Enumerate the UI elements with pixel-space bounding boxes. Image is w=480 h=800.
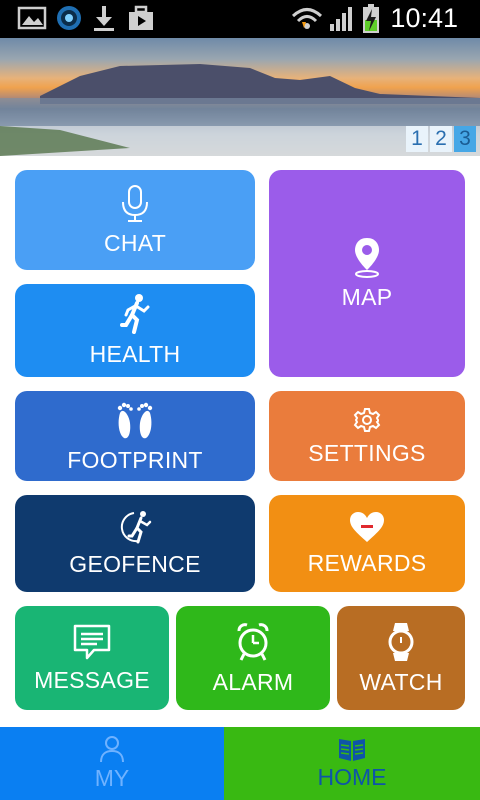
map-tile[interactable]: MAP bbox=[269, 170, 465, 377]
gallery-icon bbox=[17, 6, 47, 30]
book-icon bbox=[339, 739, 365, 761]
runner-icon bbox=[120, 294, 150, 334]
heart-icon bbox=[350, 512, 384, 542]
alarm-label: ALARM bbox=[212, 668, 294, 695]
download-icon bbox=[94, 6, 114, 31]
rewards-tile[interactable]: REWARDS bbox=[269, 495, 465, 592]
map-label: MAP bbox=[341, 284, 393, 310]
banner-page-1[interactable]: 1 bbox=[406, 126, 428, 152]
nav-tab-home[interactable]: HOME bbox=[224, 727, 480, 800]
message-tile[interactable]: MESSAGE bbox=[15, 606, 169, 710]
banner-pager: 1 2 3 bbox=[406, 126, 476, 152]
watch-label: WATCH bbox=[359, 668, 443, 695]
banner-page-2[interactable]: 2 bbox=[430, 126, 452, 152]
battery-charging-icon bbox=[363, 4, 379, 33]
health-tile[interactable]: HEALTH bbox=[15, 284, 255, 377]
alarm-clock-icon bbox=[237, 622, 269, 661]
map-pin-icon bbox=[355, 238, 379, 278]
settings-tile[interactable]: SETTINGS bbox=[269, 391, 465, 481]
geofence-label: GEOFENCE bbox=[69, 551, 201, 577]
bottom-nav: MY HOME bbox=[0, 727, 480, 800]
message-icon bbox=[73, 624, 111, 659]
footprints-icon bbox=[117, 402, 153, 438]
status-bar: 10:41 bbox=[0, 0, 480, 38]
briefcase-icon bbox=[129, 5, 153, 30]
message-label: MESSAGE bbox=[34, 666, 150, 693]
nav-home-label: HOME bbox=[317, 764, 387, 790]
rewards-label: REWARDS bbox=[307, 550, 427, 576]
wifi-icon bbox=[291, 8, 323, 29]
header-banner[interactable]: 1 2 3 bbox=[0, 38, 480, 156]
footprint-label: FOOTPRINT bbox=[67, 446, 203, 473]
health-label: HEALTH bbox=[89, 341, 181, 367]
chat-tile[interactable]: CHAT bbox=[15, 170, 255, 270]
nav-tab-my[interactable]: MY bbox=[0, 727, 224, 800]
gear-icon bbox=[353, 407, 381, 432]
geofence-tile[interactable]: GEOFENCE bbox=[15, 495, 255, 592]
watch-tile[interactable]: WATCH bbox=[337, 606, 465, 710]
settings-label: SETTINGS bbox=[308, 439, 426, 466]
app-notification-icon bbox=[57, 6, 81, 30]
signal-icon bbox=[330, 7, 352, 31]
microphone-icon bbox=[122, 184, 148, 222]
banner-page-3[interactable]: 3 bbox=[454, 126, 476, 152]
nav-my-label: MY bbox=[94, 765, 130, 791]
geofence-runner-icon bbox=[120, 511, 152, 544]
alarm-tile[interactable]: ALARM bbox=[176, 606, 330, 710]
watch-icon bbox=[388, 622, 414, 661]
person-icon bbox=[100, 736, 124, 763]
chat-label: CHAT bbox=[103, 229, 167, 256]
footprint-tile[interactable]: FOOTPRINT bbox=[15, 391, 255, 481]
status-time: 10:41 bbox=[390, 3, 458, 33]
